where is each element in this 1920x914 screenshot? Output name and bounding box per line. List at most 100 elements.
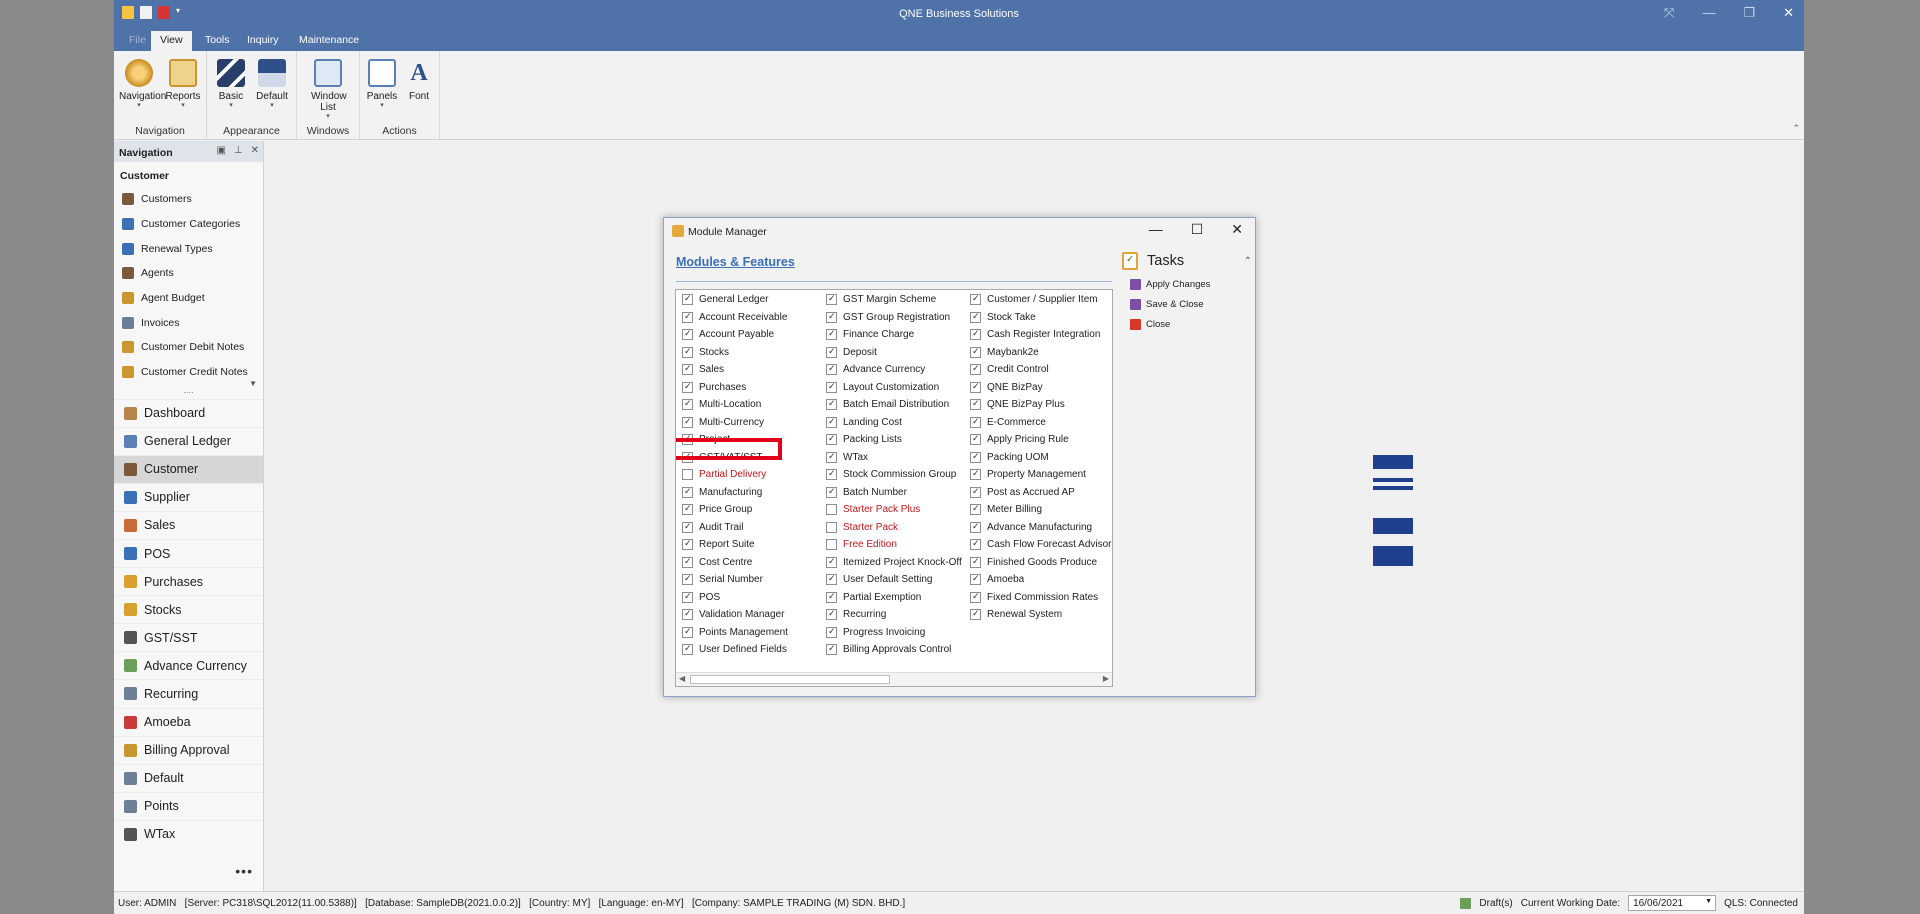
font-button[interactable]: A Font [404, 59, 434, 102]
panels-button[interactable]: Panels ▾ [366, 59, 398, 110]
minimize-icon[interactable]: — [1702, 5, 1715, 21]
module-checkbox-advance-manufacturing[interactable]: Advance Manufacturing [970, 519, 1092, 537]
tab-view[interactable]: View [151, 31, 192, 51]
checkbox[interactable] [682, 643, 693, 656]
checkbox[interactable] [682, 311, 693, 323]
nav-module-general-ledger[interactable]: General Ledger [114, 426, 263, 455]
nav-module-pos[interactable]: POS [114, 538, 263, 567]
tasks-header[interactable]: Tasks ⌃ [1122, 252, 1252, 270]
module-checkbox-cash-flow-forecast-advisor[interactable]: Cash Flow Forecast Advisor [970, 536, 1112, 554]
module-checkbox-cash-register-integration[interactable]: Cash Register Integration [970, 326, 1100, 344]
checkbox[interactable] [826, 293, 837, 306]
checkbox[interactable] [970, 486, 981, 498]
checkbox[interactable] [826, 328, 837, 341]
module-checkbox-qne-bizpay[interactable]: QNE BizPay [970, 379, 1043, 397]
nav-module-advance-currency[interactable]: Advance Currency [114, 651, 263, 679]
checkbox[interactable] [970, 538, 981, 551]
checkbox[interactable] [970, 398, 981, 411]
module-checkbox-account-receivable[interactable]: Account Receivable [682, 309, 787, 327]
checkbox[interactable] [826, 381, 837, 393]
module-checkbox-partial-delivery[interactable]: Partial Delivery [682, 466, 766, 484]
module-checkbox-free-edition[interactable]: Free Edition [826, 536, 897, 554]
module-checkbox-general-ledger[interactable]: General Ledger [682, 291, 769, 309]
module-checkbox-cost-centre[interactable]: Cost Centre [682, 554, 752, 572]
module-checkbox-gst-group-registration[interactable]: GST Group Registration [826, 309, 950, 327]
checkbox[interactable] [826, 398, 837, 411]
pane-options-icon[interactable]: ▣ [216, 145, 225, 156]
module-checkbox-packing-uom[interactable]: Packing UOM [970, 449, 1049, 467]
apply-changes-button[interactable]: Apply Changes [1122, 279, 1252, 290]
checkbox[interactable] [970, 503, 981, 516]
checkbox[interactable] [970, 363, 981, 376]
module-checkbox-batch-email-distribution[interactable]: Batch Email Distribution [826, 396, 949, 414]
module-checkbox-audit-trail[interactable]: Audit Trail [682, 519, 743, 537]
checkbox[interactable] [826, 486, 837, 498]
checkbox[interactable] [682, 591, 693, 603]
save-close-button[interactable]: Save & Close [1122, 299, 1252, 310]
module-checkbox-qne-bizpay-plus[interactable]: QNE BizPay Plus [970, 396, 1065, 414]
module-checkbox-customer-supplier-item[interactable]: Customer / Supplier Item [970, 291, 1098, 309]
tab-maintenance[interactable]: Maintenance [290, 31, 368, 51]
module-checkbox-property-management[interactable]: Property Management [970, 466, 1086, 484]
checkbox[interactable] [682, 503, 693, 516]
checkbox[interactable] [970, 293, 981, 306]
checkbox[interactable] [970, 608, 981, 621]
navigation-button[interactable]: Navigation ▾ [119, 59, 166, 110]
checkbox[interactable] [682, 538, 693, 551]
module-checkbox-wtax[interactable]: WTax [826, 449, 868, 467]
scroll-left-icon[interactable]: ◀ [679, 674, 685, 683]
checkbox[interactable] [970, 556, 981, 568]
checkbox[interactable] [826, 468, 837, 481]
checkbox[interactable] [682, 626, 693, 638]
checkbox[interactable] [826, 643, 837, 656]
checkbox[interactable] [682, 416, 693, 428]
restore-icon[interactable]: ❐ [1743, 5, 1755, 21]
module-checkbox-deposit[interactable]: Deposit [826, 344, 877, 362]
checkbox[interactable] [826, 591, 837, 603]
checkbox[interactable] [826, 363, 837, 376]
help-icon[interactable]: ⤧ [1664, 5, 1674, 21]
more-modules-icon[interactable]: ••• [235, 863, 253, 879]
working-date-picker[interactable]: 16/06/2021 ▼ [1628, 895, 1717, 911]
module-checkbox-renewal-system[interactable]: Renewal System [970, 606, 1062, 624]
module-checkbox-manufacturing[interactable]: Manufacturing [682, 484, 762, 502]
module-checkbox-batch-number[interactable]: Batch Number [826, 484, 907, 502]
tab-inquiry[interactable]: Inquiry [238, 31, 288, 51]
module-checkbox-itemized-project-knock-off[interactable]: Itemized Project Knock-Off [826, 554, 962, 572]
checkbox[interactable] [682, 328, 693, 341]
module-checkbox-packing-lists[interactable]: Packing Lists [826, 431, 902, 449]
module-checkbox-credit-control[interactable]: Credit Control [970, 361, 1049, 379]
module-checkbox-landing-cost[interactable]: Landing Cost [826, 414, 902, 432]
module-checkbox-maybank2e[interactable]: Maybank2e [970, 344, 1039, 362]
nav-more[interactable]: .... ▼ [114, 379, 263, 399]
nav-module-dashboard[interactable]: Dashboard [114, 398, 263, 427]
module-checkbox-stocks[interactable]: Stocks [682, 344, 729, 362]
module-checkbox-pos[interactable]: POS [682, 589, 720, 607]
module-checkbox-layout-customization[interactable]: Layout Customization [826, 379, 939, 397]
checkbox[interactable] [682, 608, 693, 621]
checkbox[interactable] [970, 433, 981, 446]
module-checkbox-recurring[interactable]: Recurring [826, 606, 886, 624]
checkbox[interactable] [826, 626, 837, 638]
checkbox[interactable] [682, 486, 693, 498]
module-checkbox-report-suite[interactable]: Report Suite [682, 536, 755, 554]
close-icon[interactable]: ✕ [1231, 221, 1243, 238]
nav-module-customer[interactable]: Customer [114, 454, 263, 483]
module-checkbox-starter-pack-plus[interactable]: Starter Pack Plus [826, 501, 920, 519]
minimize-icon[interactable]: — [1149, 221, 1163, 238]
basic-button[interactable]: Basic ▾ [213, 59, 249, 110]
collapse-ribbon-icon[interactable]: ⌃ [1792, 123, 1800, 134]
checkbox[interactable] [970, 346, 981, 358]
nav-item-invoices[interactable]: Invoices [114, 310, 263, 335]
checkbox[interactable] [970, 328, 981, 341]
checkbox[interactable] [970, 591, 981, 603]
nav-item-agents[interactable]: Agents [114, 261, 263, 286]
nav-module-recurring[interactable]: Recurring [114, 679, 263, 707]
module-checkbox-points-management[interactable]: Points Management [682, 624, 788, 642]
collapse-icon[interactable]: ⌃ [1244, 256, 1252, 267]
module-checkbox-billing-approvals-control[interactable]: Billing Approvals Control [826, 641, 951, 659]
module-checkbox-fixed-commission-rates[interactable]: Fixed Commission Rates [970, 589, 1098, 607]
module-checkbox-user-default-setting[interactable]: User Default Setting [826, 571, 933, 589]
nav-item-customer-credit-notes[interactable]: Customer Credit Notes [114, 360, 263, 385]
checkbox[interactable] [682, 573, 693, 586]
